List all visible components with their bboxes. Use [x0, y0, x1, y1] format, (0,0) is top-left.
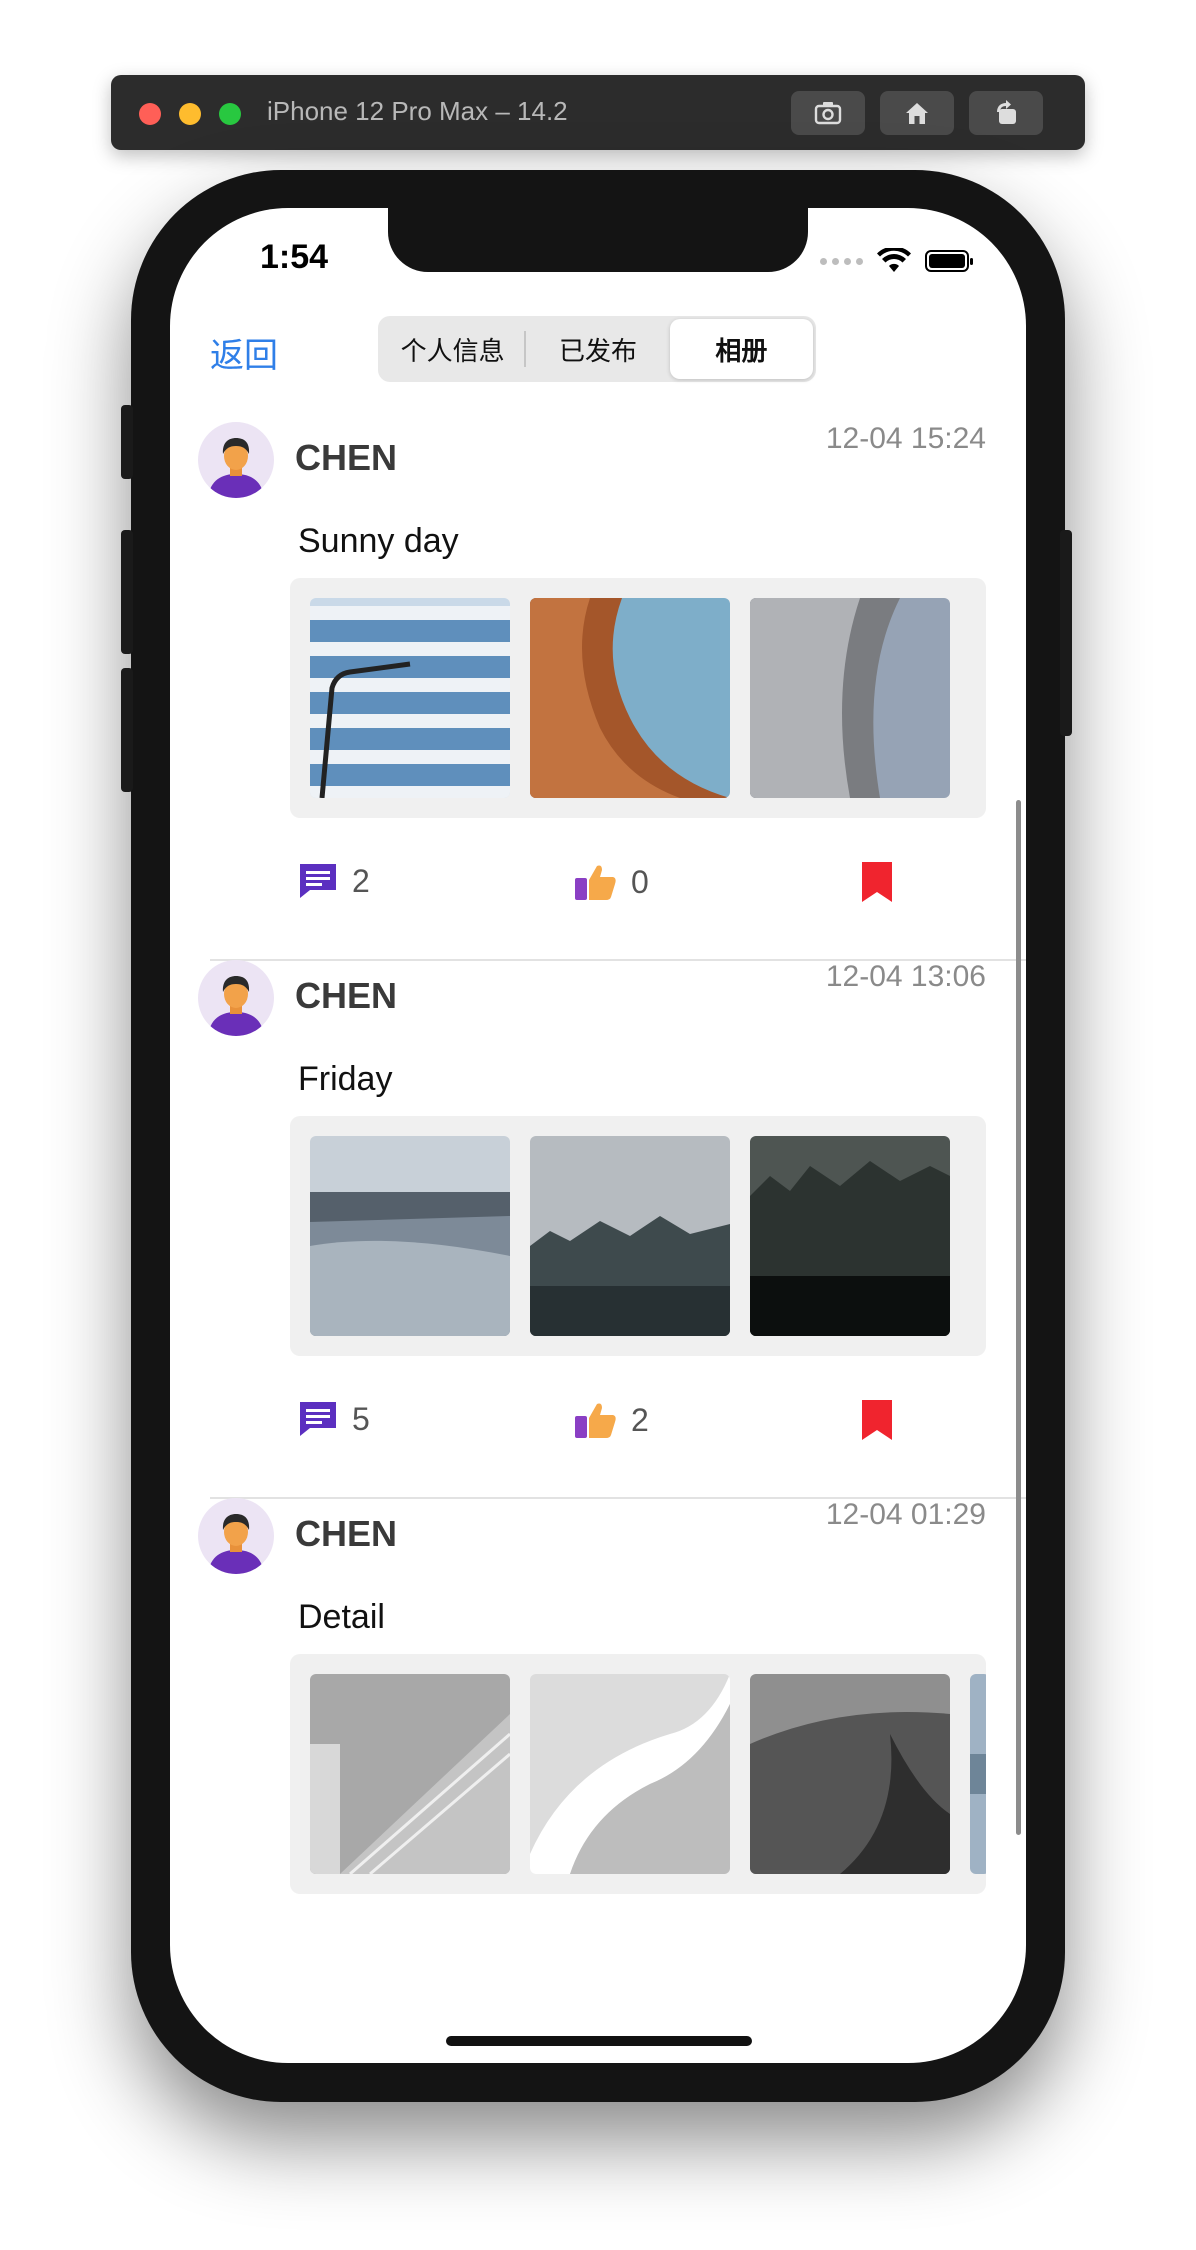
- wifi-icon: [877, 248, 911, 272]
- battery-icon: [925, 250, 973, 272]
- photo-thumbnail[interactable]: [970, 1674, 986, 1874]
- username[interactable]: CHEN: [295, 975, 397, 1017]
- photo-thumbnail[interactable]: [530, 1674, 730, 1874]
- volume-down-button: [121, 668, 133, 792]
- username[interactable]: CHEN: [295, 1513, 397, 1555]
- segment-published[interactable]: 已发布: [526, 319, 669, 379]
- post-timestamp: 12-04 15:24: [825, 422, 986, 455]
- like-button[interactable]: 0: [575, 862, 649, 902]
- comment-count: 2: [352, 862, 370, 899]
- segment-personal-info[interactable]: 个人信息: [381, 319, 524, 379]
- avatar[interactable]: [198, 1498, 274, 1574]
- segmented-control: 个人信息 已发布 相册: [378, 316, 816, 382]
- photo-gallery[interactable]: [290, 578, 986, 818]
- rotate-button[interactable]: [969, 91, 1043, 135]
- photo-thumbnail[interactable]: [310, 598, 510, 798]
- simulator-title-bar: iPhone 12 Pro Max – 14.2: [111, 75, 1085, 150]
- user-avatar-icon: [208, 1514, 264, 1574]
- simulator-title: iPhone 12 Pro Max – 14.2: [267, 96, 568, 126]
- photo-thumbnail[interactable]: [310, 1674, 510, 1874]
- username[interactable]: CHEN: [295, 437, 397, 479]
- user-avatar-icon: [208, 976, 264, 1036]
- comment-button[interactable]: 5: [298, 1400, 370, 1438]
- photo-thumbnail[interactable]: [750, 598, 950, 798]
- photo-thumbnail[interactable]: [530, 598, 730, 798]
- phone-screen: 1:54 返回 个人信息 已发布 相册 CHEN 12-04 15:24 Sun…: [170, 208, 1026, 2063]
- photo-thumbnail[interactable]: [310, 1136, 510, 1336]
- photo-gallery[interactable]: [290, 1654, 986, 1894]
- silent-switch: [121, 405, 133, 479]
- status-icons: [820, 248, 973, 274]
- bookmark-button[interactable]: [862, 862, 892, 902]
- segment-album[interactable]: 相册: [669, 319, 813, 379]
- comment-button[interactable]: 2: [298, 862, 370, 900]
- thumbs-up-icon: [575, 1403, 616, 1438]
- scroll-indicator[interactable]: [1016, 800, 1021, 1835]
- close-window-button[interactable]: [139, 103, 161, 125]
- like-count: 2: [631, 1401, 649, 1438]
- power-button: [1060, 530, 1072, 736]
- screenshot-button[interactable]: [791, 91, 865, 135]
- avatar[interactable]: [198, 960, 274, 1036]
- bookmark-button[interactable]: [862, 1400, 892, 1440]
- post-timestamp: 12-04 01:29: [825, 1498, 986, 1531]
- thumbs-up-icon: [575, 865, 616, 900]
- home-button[interactable]: [880, 91, 954, 135]
- status-time: 1:54: [260, 238, 329, 276]
- user-avatar-icon: [208, 438, 264, 498]
- post-text: Sunny day: [298, 522, 459, 560]
- photo-thumbnail[interactable]: [750, 1674, 950, 1874]
- zoom-window-button[interactable]: [219, 103, 241, 125]
- photo-thumbnail[interactable]: [750, 1136, 950, 1336]
- bookmark-icon: [862, 1400, 892, 1440]
- volume-up-button: [121, 530, 133, 654]
- like-button[interactable]: 2: [575, 1400, 649, 1440]
- post-text: Friday: [298, 1060, 393, 1098]
- avatar[interactable]: [198, 422, 274, 498]
- screenshot-icon: [814, 102, 842, 125]
- post-text: Detail: [298, 1598, 385, 1636]
- like-count: 0: [631, 863, 649, 900]
- rotate-icon: [997, 100, 1016, 124]
- signal-icon: [820, 257, 863, 265]
- photo-thumbnail[interactable]: [530, 1136, 730, 1336]
- home-indicator[interactable]: [446, 2036, 752, 2046]
- back-button[interactable]: 返回: [210, 328, 278, 377]
- photo-gallery[interactable]: [290, 1116, 986, 1356]
- post-timestamp: 12-04 13:06: [825, 960, 986, 993]
- comment-icon: [300, 1402, 336, 1436]
- comment-count: 5: [352, 1400, 370, 1437]
- minimize-window-button[interactable]: [179, 103, 201, 125]
- comment-icon: [300, 864, 336, 898]
- notch: [388, 208, 808, 272]
- bookmark-icon: [862, 862, 892, 902]
- home-icon: [906, 103, 928, 124]
